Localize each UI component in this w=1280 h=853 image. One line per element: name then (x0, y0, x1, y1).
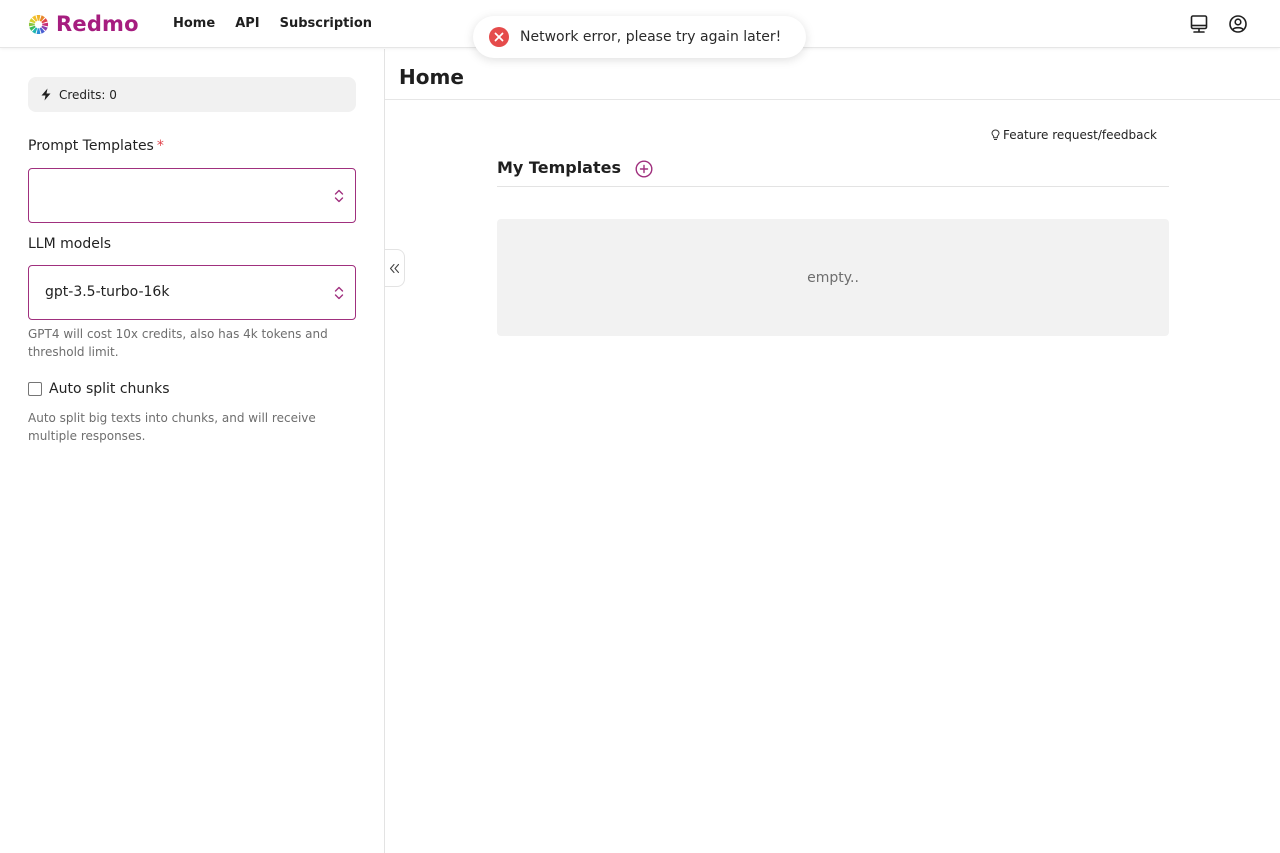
llm-model-value: gpt-3.5-turbo-16k (45, 284, 170, 300)
feedback-link[interactable]: Feature request/feedback (991, 128, 1157, 142)
bolt-icon (41, 88, 51, 101)
toast-message: Network error, please try again later! (520, 29, 782, 45)
nav-subscription[interactable]: Subscription (280, 16, 372, 32)
feedback-link-text: Feature request/feedback (1003, 128, 1157, 142)
nav-api[interactable]: API (235, 16, 259, 32)
page-title: Home (399, 65, 464, 89)
empty-text: empty.. (807, 269, 859, 286)
main-nav: Home API Subscription (173, 16, 392, 32)
brand-logo[interactable]: Redmo (28, 12, 139, 36)
auto-split-checkbox[interactable] (28, 382, 42, 396)
settings-sidebar: Credits: 0 Prompt Templates * LLM models … (0, 49, 385, 853)
brand-name: Redmo (56, 12, 139, 36)
auto-split-row: Auto split chunks (28, 381, 170, 397)
error-x-icon (489, 27, 509, 47)
prompt-templates-label-text: Prompt Templates (28, 138, 154, 154)
nav-home[interactable]: Home (173, 16, 215, 32)
book-icon[interactable] (1189, 14, 1209, 34)
collapse-sidebar-button[interactable] (385, 249, 405, 287)
title-divider (385, 99, 1280, 100)
credits-label: Credits: 0 (59, 87, 117, 102)
llm-models-label: LLM models (28, 236, 112, 252)
templates-empty-state: empty.. (497, 219, 1169, 336)
error-toast: Network error, please try again later! (473, 16, 806, 58)
my-templates-title: My Templates (497, 158, 621, 177)
llm-models-hint: GPT4 will cost 10x credits, also has 4k … (28, 327, 328, 359)
chevron-updown-icon (334, 286, 344, 300)
my-templates-header: My Templates (497, 158, 1169, 187)
prompt-templates-label: Prompt Templates * (28, 138, 164, 154)
logo-flower-icon (28, 14, 49, 34)
credits-badge: Credits: 0 (28, 77, 356, 112)
required-mark: * (156, 138, 164, 154)
main-content: Home Feature request/feedback My Templat… (385, 49, 1280, 853)
auto-split-label[interactable]: Auto split chunks (49, 381, 170, 397)
user-circle-icon[interactable] (1228, 14, 1248, 34)
auto-split-hint: Auto split big texts into chunks, and wi… (28, 411, 316, 443)
chevron-updown-icon (334, 189, 344, 203)
llm-models-select[interactable]: gpt-3.5-turbo-16k (28, 265, 356, 320)
add-circle-icon[interactable] (635, 160, 653, 178)
prompt-templates-select[interactable] (28, 168, 356, 223)
double-chevron-left-icon (389, 263, 400, 274)
lightbulb-icon (991, 129, 1000, 140)
